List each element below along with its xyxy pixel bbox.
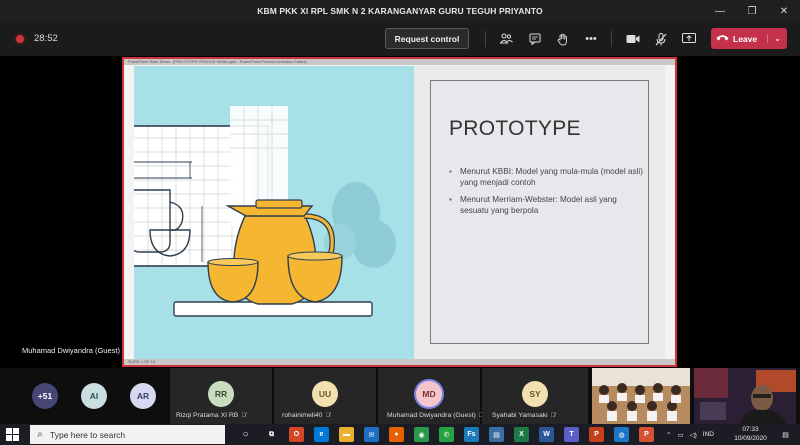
window-controls: — ❐ ✕ [704,0,800,22]
cortana-icon[interactable]: ○ [238,427,253,442]
participant-name: rohainimeli40 🎙̸ [282,412,330,419]
edge-icon[interactable]: e [314,427,329,442]
system-tray: ⌃ ▭ ◁) IND [666,424,718,445]
excel-icon[interactable]: X [514,427,529,442]
mic-off-icon: 🎙̸ [241,413,246,419]
more-options-icon[interactable]: ••• [584,32,598,46]
presenter-name: Muhamad Dwiyandra (Guest) [22,346,120,355]
meeting-toolbar: 28:52 Request control ••• Leave ⌄ [0,22,800,56]
avatar[interactable]: AR [130,383,156,409]
mail-icon[interactable]: ✉ [364,427,379,442]
notifications-icon[interactable]: ▤ [778,427,793,442]
powerpoint-statusbar: SLIDE 4 OF 15 [124,359,675,365]
chrome-icon[interactable]: ◉ [414,427,429,442]
toolbar-divider [485,31,486,47]
participant-tile[interactable]: SY Syahabi Yamasaki 🎙̸ [482,368,588,424]
windows-taskbar: ⌕ ○ ⧉Oe▬✉●◉✆Fs▤XWTP◍P ⌃ ▭ ◁) IND 07:33 1… [0,424,800,445]
browser-icon[interactable]: ◍ [614,427,629,442]
show-hidden-icons-icon[interactable]: ⌃ [666,431,671,439]
participant-tile[interactable]: RR Rizqi Pratama XI RB 🎙̸ [170,368,272,424]
powerpoint-icon[interactable]: P [589,427,604,442]
mic-off-icon: 🎙̸ [550,413,556,419]
volume-icon[interactable]: ◁) [690,431,697,439]
whatsapp-icon[interactable]: ✆ [439,427,454,442]
participant-name: Syahabi Yamasaki 🎙̸ [492,412,556,419]
phone-hangup-icon [711,33,733,44]
close-button[interactable]: ✕ [768,0,800,22]
network-icon[interactable]: ▭ [677,431,683,439]
clock-date: 10/09/2020 [734,434,767,442]
avatar: SY [522,381,548,407]
window-titlebar: KBM PKK XI RPL SMK N 2 KARANGANYAR GURU … [0,0,800,22]
raise-hand-icon[interactable] [556,32,570,46]
task-view-icon[interactable]: ⧉ [264,427,279,442]
overflow-participants-badge[interactable]: +51 [32,383,58,409]
participant-tile[interactable]: MD Muhamad Dwiyandra (Guest)🎙̸ [378,368,483,424]
request-control-button[interactable]: Request control [385,28,469,49]
avatar: MD [416,381,442,407]
share-screen-icon[interactable] [682,32,696,46]
participant-video-group[interactable] [592,368,690,424]
files-icon[interactable]: ▤ [489,427,504,442]
screen-share-frame: PowerPoint Slide Show - [PROTOTIPE PRODU… [122,57,677,367]
slide-bullet: Menurut KBBI: Model yang mula-mula (mode… [449,166,647,188]
microphone-muted-icon[interactable] [654,32,668,46]
mic-off-icon: 🎙̸ [325,413,330,419]
recording-indicator-icon [16,35,24,43]
participants-icon[interactable] [499,32,513,46]
chevron-down-icon[interactable]: ⌄ [767,34,787,43]
search-input[interactable] [50,429,215,440]
slide-text-panel: PROTOTYPE Menurut KBBI: Model yang mula-… [414,66,665,362]
shared-content-stage: PowerPoint Slide Show - [PROTOTIPE PRODU… [0,56,800,368]
file-explorer-icon[interactable]: ▬ [339,427,354,442]
slide-bullet-list: Menurut KBBI: Model yang mula-mula (mode… [449,166,647,222]
firefox-icon[interactable]: ● [389,427,404,442]
teams-icon[interactable]: T [564,427,579,442]
fs-icon[interactable]: Fs [464,427,479,442]
camera-icon[interactable] [626,32,640,46]
slide-illustration [134,66,414,362]
avatar: RR [208,381,234,407]
taskbar-clock[interactable]: 07:33 10/09/2020 [728,426,773,443]
ppt-file-icon[interactable]: P [639,427,654,442]
pitcher-illustration [134,106,396,317]
slide-content-box: PROTOTYPE Menurut KBBI: Model yang mula-… [430,80,649,344]
word-icon[interactable]: W [539,427,554,442]
office-icon[interactable]: O [289,427,304,442]
toolbar-divider [611,31,612,47]
window-title: KBM PKK XI RPL SMK N 2 KARANGANYAR GURU … [257,6,543,16]
maximize-button[interactable]: ❐ [736,0,768,22]
leave-label: Leave [733,33,758,44]
self-video-image [694,368,796,424]
avatar: UU [312,381,338,407]
windows-start-icon[interactable] [6,428,19,441]
language-indicator[interactable]: IND [703,431,714,438]
leave-button[interactable]: Leave ⌄ [711,28,787,49]
powerpoint-titlebar: PowerPoint Slide Show - [PROTOTIPE PRODU… [124,59,675,65]
participant-name: Rizqi Pratama XI RB 🎙̸ [176,412,246,419]
taskbar-search[interactable]: ⌕ [30,425,225,444]
slide-bullet: Menurut Merriam-Webster: Model asli yang… [449,194,647,216]
participant-name: Muhamad Dwiyandra (Guest)🎙̸ [387,412,483,419]
group-video-image [592,368,690,424]
meeting-timer: 28:52 [34,33,58,44]
clock-time: 07:33 [742,426,759,433]
participants-strip: +51 AI AR RR Rizqi Pratama XI RB 🎙̸ UU ro… [0,368,800,424]
chat-icon[interactable] [528,32,542,46]
participant-video-self[interactable] [694,368,796,424]
minimize-button[interactable]: — [704,0,736,22]
avatar[interactable]: AI [81,383,107,409]
slide-title: PROTOTYPE [449,117,581,140]
search-icon: ⌕ [37,429,43,440]
participant-tile[interactable]: UU rohainimeli40 🎙̸ [274,368,376,424]
